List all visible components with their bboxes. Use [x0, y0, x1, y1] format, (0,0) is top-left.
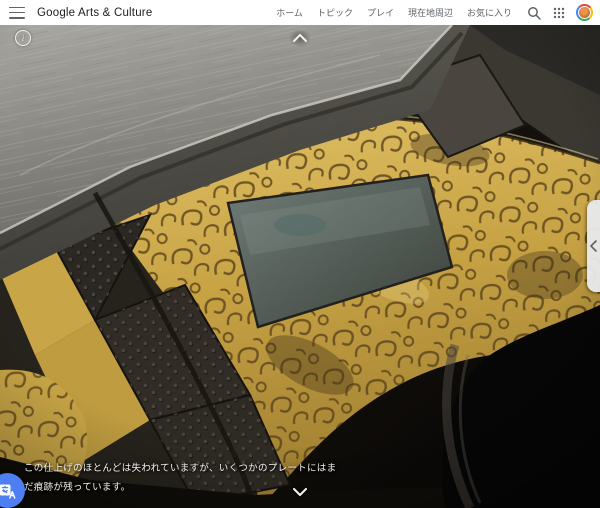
nav-item-play[interactable]: プレイ: [367, 6, 394, 19]
artwork-viewer: i この仕上げのほとんどは失われていますが、いくつかのプレートにはま だ痕跡が残…: [0, 25, 600, 508]
nav-item-favorites[interactable]: お気に入り: [467, 6, 512, 19]
apps-grid-icon[interactable]: [551, 5, 567, 21]
side-panel-tab[interactable]: [587, 200, 600, 292]
chevron-up-icon[interactable]: [289, 29, 311, 47]
translate-icon: [0, 484, 16, 499]
main-nav: ホーム トピック プレイ 現在地周辺 お気に入り: [276, 6, 512, 19]
logo-text[interactable]: Google Arts & Culture: [37, 7, 152, 19]
app-header: Google Arts & Culture ホーム トピック プレイ 現在地周辺…: [0, 0, 600, 25]
nav-item-home[interactable]: ホーム: [276, 6, 303, 19]
vignette: [0, 25, 600, 508]
search-icon[interactable]: [526, 5, 542, 21]
artwork-caption: この仕上げのほとんどは失われていますが、いくつかのプレートにはま だ痕跡が残って…: [24, 459, 336, 497]
avatar-photo: [577, 5, 592, 20]
artwork-image[interactable]: [0, 25, 600, 508]
chevron-left-icon: [590, 240, 597, 252]
caption-line-2: だ痕跡が残っています。: [24, 482, 131, 493]
info-letter: i: [21, 33, 25, 43]
info-icon[interactable]: i: [15, 30, 31, 46]
nav-item-topics[interactable]: トピック: [317, 6, 353, 19]
menu-icon[interactable]: [9, 6, 25, 19]
user-avatar[interactable]: [576, 4, 593, 21]
caption-line-1: この仕上げのほとんどは失われていますが、いくつかのプレートにはま: [24, 463, 337, 474]
nav-item-nearby[interactable]: 現在地周辺: [408, 6, 453, 19]
